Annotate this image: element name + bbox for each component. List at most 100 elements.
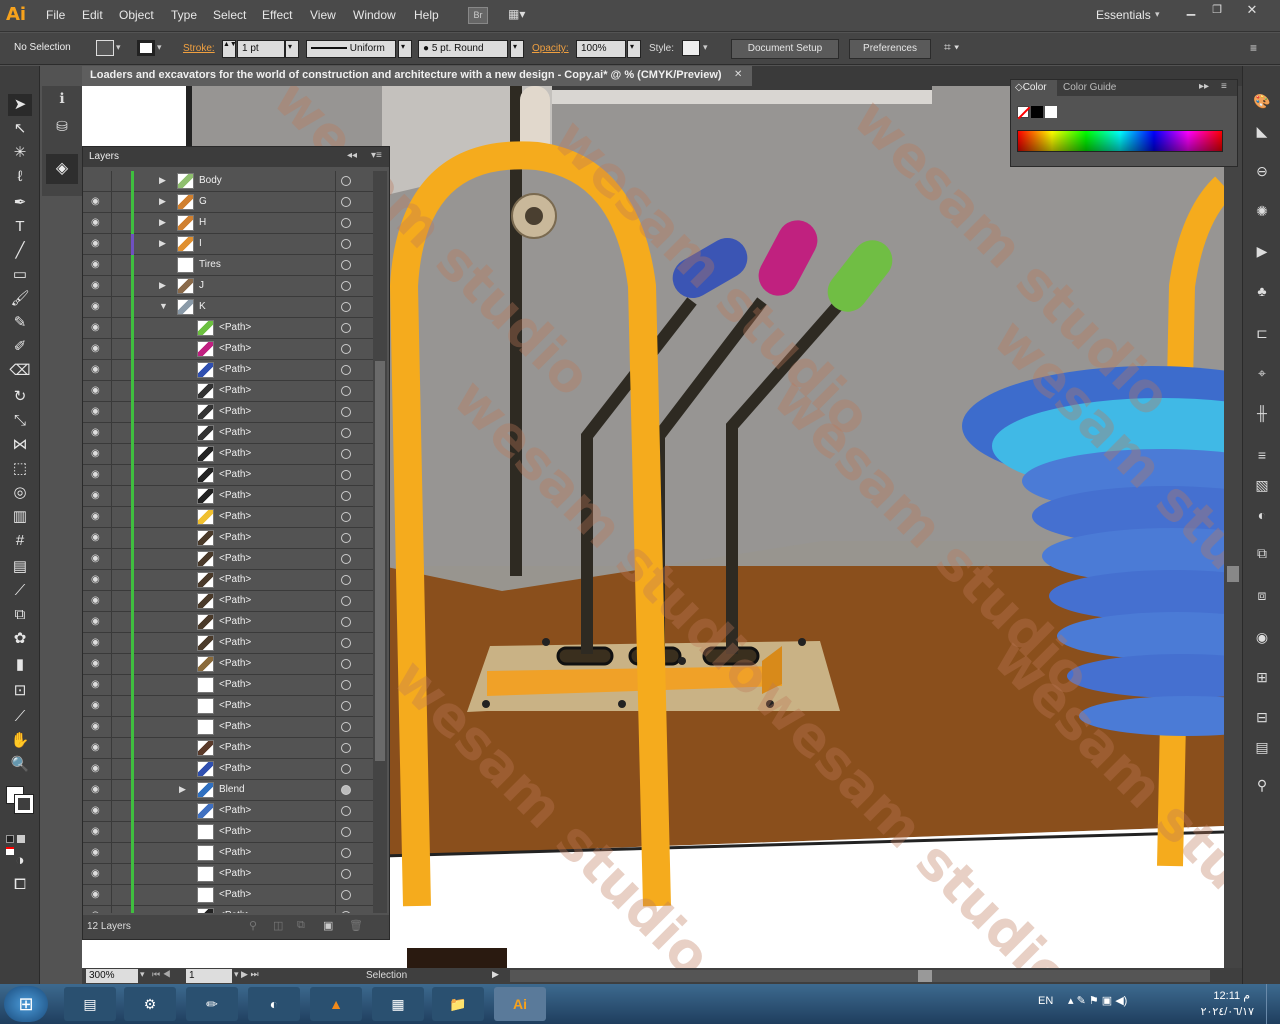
layer-name[interactable]: <Path> — [219, 322, 251, 333]
artboard-nav-icons[interactable]: ▾ ▶ ⏭ — [234, 969, 259, 980]
lock-column[interactable] — [111, 465, 112, 486]
layer-row[interactable]: ◉ <Path> — [83, 339, 373, 360]
layer-row[interactable]: ◉ <Path> — [83, 612, 373, 633]
lock-column[interactable] — [111, 717, 112, 738]
vlc-icon[interactable]: ▲ — [310, 987, 362, 1021]
lock-column[interactable] — [111, 360, 112, 381]
layer-row[interactable]: ◉ ▶ H — [83, 213, 373, 234]
profile-dropdown[interactable]: ▾ — [398, 40, 412, 58]
bridge-button[interactable]: Br — [468, 7, 488, 24]
target-circle-icon[interactable] — [341, 596, 351, 606]
rectangle-tool-icon[interactable]: ▭ — [8, 264, 32, 286]
visibility-eye-icon[interactable]: ◉ — [91, 280, 103, 292]
layer-row[interactable]: ◉ <Path> — [83, 570, 373, 591]
vertical-scrollbar[interactable] — [1224, 86, 1242, 968]
target-circle-icon[interactable] — [341, 449, 351, 459]
tray-icons[interactable]: ▴ ✎ ⚑ ▣ ◀) — [1068, 994, 1127, 1007]
align-icon[interactable]: ⊏ — [1251, 322, 1273, 344]
symbol-sprayer-tool-icon[interactable]: ✿ — [8, 628, 32, 650]
menu-select[interactable]: Select — [213, 8, 246, 22]
target-circle-icon[interactable] — [341, 176, 351, 186]
paragraph-icon[interactable]: ▤ — [1251, 736, 1273, 758]
restore-button[interactable]: ❐ — [1206, 3, 1228, 19]
lock-column[interactable] — [111, 171, 112, 192]
color-mode-icons[interactable] — [6, 834, 36, 855]
document-setup-button[interactable]: Document Setup — [731, 39, 839, 59]
lock-column[interactable] — [111, 612, 112, 633]
variable-width-profile[interactable]: Uniform — [306, 40, 396, 58]
layer-row[interactable]: ◉ <Path> — [83, 717, 373, 738]
layer-row[interactable]: ◉ Tires — [83, 255, 373, 276]
visibility-eye-icon[interactable]: ◉ — [91, 616, 103, 628]
magic-wand-tool-icon[interactable]: ✳ — [8, 142, 32, 164]
layer-row[interactable]: ◉ <Path> — [83, 507, 373, 528]
lock-column[interactable] — [111, 801, 112, 822]
layer-name[interactable]: <Path> — [219, 637, 251, 648]
visibility-eye-icon[interactable]: ◉ — [91, 637, 103, 649]
target-circle-icon[interactable] — [341, 470, 351, 480]
selection-tool-icon[interactable]: ➤ — [8, 94, 32, 116]
lock-column[interactable] — [111, 696, 112, 717]
visibility-eye-icon[interactable]: ◉ — [91, 889, 103, 901]
collapse-triangle-icon[interactable]: ▼ — [159, 301, 168, 311]
layer-row[interactable]: ◉ <Path> — [83, 591, 373, 612]
lock-column[interactable] — [111, 402, 112, 423]
lock-column[interactable] — [111, 234, 112, 255]
fill-dropdown-icon[interactable]: ▾ — [116, 42, 121, 53]
layer-row[interactable]: ◉ <Path> — [83, 654, 373, 675]
layer-row[interactable]: ◉ <Path> — [83, 528, 373, 549]
layer-row[interactable]: ◉ ▶ I — [83, 234, 373, 255]
swatches-icon[interactable]: 🎨 — [1251, 90, 1273, 112]
appearance-icon[interactable]: ✺ — [1251, 200, 1273, 222]
pathfinder-icon[interactable]: ⧉ — [1251, 542, 1273, 564]
layers-panel-icon[interactable]: ◈ — [46, 154, 78, 184]
blob-brush-tool-icon[interactable]: ✐ — [8, 336, 32, 358]
layer-name[interactable]: <Path> — [219, 511, 251, 522]
clock-time[interactable]: 12:11 م — [1200, 989, 1250, 1002]
lock-column[interactable] — [111, 297, 112, 318]
visibility-eye-icon[interactable]: ◉ — [91, 322, 103, 334]
color-spectrum[interactable] — [1017, 130, 1223, 152]
taskbar-app-icon[interactable]: ◐ — [248, 987, 300, 1021]
column-graph-tool-icon[interactable]: ▮ — [8, 654, 32, 676]
pen-tool-icon[interactable]: ✒ — [8, 192, 32, 214]
illustrator-taskbar-icon[interactable]: Ai — [494, 987, 546, 1021]
color-panel-collapse-icon[interactable]: ▸▸ — [1199, 81, 1209, 92]
layer-row[interactable]: ◉ <Path> — [83, 906, 373, 913]
layer-name[interactable]: <Path> — [219, 469, 251, 480]
menu-help[interactable]: Help — [414, 8, 439, 22]
visibility-eye-icon[interactable]: ◉ — [91, 301, 103, 313]
layer-row[interactable]: ◉ <Path> — [83, 738, 373, 759]
layer-name[interactable]: Tires — [199, 259, 221, 270]
brushes-icon[interactable]: ◣ — [1251, 120, 1273, 142]
target-circle-icon[interactable] — [341, 869, 351, 879]
target-circle-icon[interactable] — [341, 491, 351, 501]
close-tab-icon[interactable]: ✕ — [734, 69, 742, 80]
horizontal-scroll-thumb[interactable] — [918, 970, 932, 982]
vertical-scroll-thumb[interactable] — [1227, 566, 1239, 582]
opacity-field[interactable]: 100% — [576, 40, 626, 58]
distribute-icon[interactable]: ╫ — [1251, 402, 1273, 424]
taskbar-app-icon[interactable]: ✏ — [186, 987, 238, 1021]
visibility-eye-icon[interactable] — [91, 175, 103, 187]
lock-column[interactable] — [111, 507, 112, 528]
visibility-eye-icon[interactable]: ◉ — [91, 910, 103, 913]
visibility-eye-icon[interactable]: ◉ — [91, 511, 103, 523]
studio-app-icon[interactable]: ▦ — [372, 987, 424, 1021]
type-tool-icon[interactable]: T — [8, 216, 32, 238]
artboard-field[interactable]: 1 — [186, 969, 232, 983]
status-menu-icon[interactable]: ▶ — [492, 969, 499, 980]
layer-name[interactable]: <Path> — [219, 826, 251, 837]
layer-row[interactable]: ◉ <Path> — [83, 549, 373, 570]
transform-icon[interactable]: ⌖ — [1251, 362, 1273, 384]
layer-name[interactable]: <Path> — [219, 490, 251, 501]
symbols-icon[interactable]: ♣ — [1251, 280, 1273, 302]
links-panel-icon[interactable]: ⛁ — [52, 118, 72, 138]
layer-name[interactable]: <Path> — [219, 616, 251, 627]
free-transform-tool-icon[interactable]: ⬚ — [8, 458, 32, 480]
lock-column[interactable] — [111, 885, 112, 906]
layer-row[interactable]: ◉ <Path> — [83, 486, 373, 507]
lock-column[interactable] — [111, 276, 112, 297]
links-icon[interactable]: ⊖ — [1251, 160, 1273, 182]
stroke-weight-dropdown[interactable]: ▾ — [285, 40, 299, 58]
